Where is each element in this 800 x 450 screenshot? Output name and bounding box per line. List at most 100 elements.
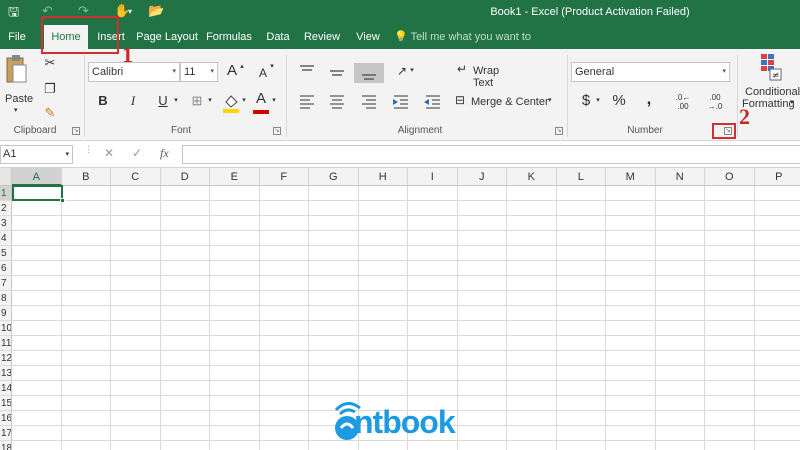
percent-button[interactable]: %	[610, 91, 628, 113]
active-cell-a1[interactable]	[12, 185, 65, 203]
font-launcher-icon[interactable]: ↘	[273, 127, 281, 135]
row-header-14[interactable]: 14	[0, 381, 12, 396]
borders-icon[interactable]: ⊞	[188, 91, 206, 113]
font-color-dropdown-icon[interactable]: ▾	[270, 91, 278, 113]
insert-function-button[interactable]: fx	[160, 146, 169, 161]
separator	[286, 55, 287, 137]
column-header-e[interactable]: E	[210, 168, 260, 186]
merge-dropdown-icon[interactable]: ▾	[548, 96, 552, 104]
merge-center-button[interactable]: ⊟ Merge & Center ▾	[452, 93, 560, 113]
row-header-18[interactable]: 18	[0, 441, 12, 450]
column-header-i[interactable]: I	[408, 168, 458, 186]
copy-icon[interactable]: ❐	[40, 79, 60, 101]
increase-decimal-label: .0← .00	[675, 93, 691, 111]
currency-button[interactable]: $	[578, 91, 594, 113]
format-painter-icon[interactable]: ✎	[40, 103, 60, 125]
tab-page-layout[interactable]: Page Layout	[136, 25, 198, 49]
chevron-down-icon[interactable]: ▾	[65, 146, 69, 163]
select-all-corner[interactable]	[0, 168, 12, 186]
font-name-select[interactable]: Calibri ▾	[88, 62, 180, 82]
cut-icon[interactable]: ✂	[40, 53, 60, 75]
open-folder-icon[interactable]: 📂	[148, 3, 164, 19]
gridline	[12, 335, 800, 336]
column-header-f[interactable]: F	[259, 168, 309, 186]
row-header-10[interactable]: 10	[0, 321, 12, 336]
row-header-6[interactable]: 6	[0, 261, 12, 276]
row-header-7[interactable]: 7	[0, 276, 12, 291]
italic-button[interactable]: I	[124, 91, 142, 113]
comma-button[interactable]: ,	[642, 89, 656, 111]
enter-icon[interactable]: ✓	[132, 146, 142, 160]
row-header-12[interactable]: 12	[0, 351, 12, 366]
decrease-decimal-button[interactable]: .00 →.0	[704, 93, 726, 115]
row-header-8[interactable]: 8	[0, 291, 12, 306]
currency-dropdown-icon[interactable]: ▾	[594, 91, 602, 113]
wrap-text-button[interactable]: ↵ Wrap Text	[454, 61, 520, 89]
tab-formulas[interactable]: Formulas	[204, 25, 254, 49]
fill-handle[interactable]	[60, 198, 65, 203]
column-header-p[interactable]: P	[754, 168, 800, 186]
row-header-1[interactable]: 1	[0, 186, 12, 201]
row-header-13[interactable]: 13	[0, 366, 12, 381]
column-header-o[interactable]: O	[705, 168, 755, 186]
paste-dropdown-icon[interactable]: ▾	[14, 106, 18, 114]
column-header-l[interactable]: L	[556, 168, 606, 186]
row-header-17[interactable]: 17	[0, 426, 12, 441]
horizontal-align-icons	[300, 95, 440, 109]
row-header-2[interactable]: 2	[0, 201, 12, 216]
column-header-g[interactable]: G	[309, 168, 359, 186]
fill-dropdown-icon[interactable]: ▾	[240, 91, 248, 113]
row-header-9[interactable]: 9	[0, 306, 12, 321]
row-header-3[interactable]: 3	[0, 216, 12, 231]
gridline	[12, 320, 800, 321]
row-header-16[interactable]: 16	[0, 411, 12, 426]
tab-data[interactable]: Data	[262, 25, 294, 49]
number-group-label: Number	[627, 125, 663, 136]
save-icon[interactable]: 🖫	[8, 3, 19, 25]
column-header-j[interactable]: J	[457, 168, 507, 186]
name-box[interactable]: A1 ▾	[0, 145, 73, 164]
font-color-button[interactable]: A	[252, 89, 270, 111]
fill-color-button[interactable]	[222, 93, 240, 113]
formula-input[interactable]	[182, 145, 800, 164]
column-header-d[interactable]: D	[160, 168, 210, 186]
conditional-formatting-icon: ≠	[761, 54, 782, 81]
tab-file[interactable]: File	[0, 25, 34, 49]
conditional-dropdown-icon: ▾	[790, 99, 794, 106]
gridline	[12, 245, 800, 246]
cancel-icon[interactable]: ✕	[104, 146, 114, 160]
gridline	[12, 350, 800, 351]
underline-button[interactable]: U	[154, 91, 172, 113]
gridline	[12, 395, 800, 396]
alignment-launcher-icon[interactable]: ↘	[555, 127, 563, 135]
formula-bar-grip-icon: ⋮	[84, 144, 93, 154]
column-header-m[interactable]: M	[606, 168, 656, 186]
tab-view[interactable]: View	[352, 25, 384, 49]
row-header-4[interactable]: 4	[0, 231, 12, 246]
shrink-caret-icon: ▾	[270, 63, 274, 70]
annotation-box-number-launcher	[712, 123, 736, 139]
borders-dropdown-icon[interactable]: ▾	[206, 91, 214, 113]
number-format-select[interactable]: General ▾	[571, 62, 730, 82]
font-name-value: Calibri	[92, 66, 124, 78]
underline-dropdown-icon[interactable]: ▾	[172, 91, 180, 113]
column-header-k[interactable]: K	[507, 168, 557, 186]
orientation-dropdown-icon[interactable]: ▾	[408, 61, 416, 83]
tell-me-box[interactable]: 💡 Tell me what you want to do...	[394, 25, 544, 67]
clipboard-launcher-icon[interactable]: ↘	[72, 127, 80, 135]
paste-button[interactable]	[4, 55, 28, 95]
row-header-15[interactable]: 15	[0, 396, 12, 411]
row-header-5[interactable]: 5	[0, 246, 12, 261]
qat-customize-icon[interactable]: ▾	[128, 7, 132, 16]
column-header-a[interactable]: A	[12, 168, 62, 186]
bold-button[interactable]: B	[94, 91, 112, 113]
column-header-c[interactable]: C	[111, 168, 161, 186]
row-header-11[interactable]: 11	[0, 336, 12, 351]
font-size-select[interactable]: 11 ▾	[180, 62, 218, 82]
column-header-h[interactable]: H	[358, 168, 408, 186]
increase-decimal-button[interactable]: .0← .00	[672, 93, 694, 115]
column-header-n[interactable]: N	[655, 168, 705, 186]
formula-bar: A1 ▾ ⋮ ✕ ✓ fx	[0, 141, 800, 168]
tab-review[interactable]: Review	[302, 25, 342, 49]
column-header-b[interactable]: B	[61, 168, 111, 186]
